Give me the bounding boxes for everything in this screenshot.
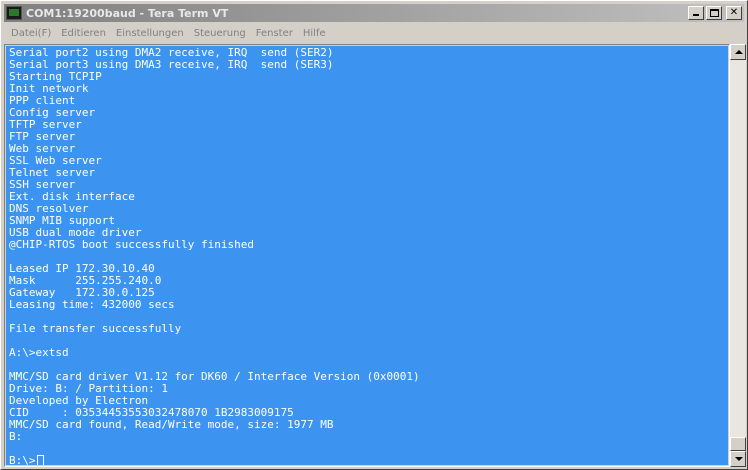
terminal-line: FTP server — [9, 130, 76, 143]
terminal-line: B: — [9, 430, 23, 443]
terminal-line: Telnet server — [9, 166, 96, 179]
terminal-line: PPP client — [9, 94, 76, 107]
terminal-line: SSL Web server — [9, 154, 102, 167]
menu-steuerung[interactable]: Steuerung — [189, 28, 251, 39]
tera-term-window: COM1:19200baud - Tera Term VT ✕ Datei(F)… — [0, 0, 748, 470]
terminal-line: Config server — [9, 106, 96, 119]
terminal-line: A:\>extsd — [9, 346, 69, 359]
terminal-line: MMC/SD card found, Read/Write mode, size… — [9, 418, 334, 431]
tera-term-app-icon[interactable] — [6, 6, 22, 20]
close-button[interactable]: ✕ — [726, 6, 742, 20]
terminal-prompt-line[interactable]: B:\> — [9, 455, 728, 465]
arrow-up-icon — [735, 50, 743, 54]
scrollbar-thumb[interactable] — [730, 437, 746, 451]
close-icon: ✕ — [729, 7, 739, 18]
menu-hilfe[interactable]: Hilfe — [298, 28, 331, 39]
title-bar[interactable]: COM1:19200baud - Tera Term VT ✕ — [4, 4, 744, 22]
terminal-prompt: B:\> — [9, 454, 36, 466]
menu-datei[interactable]: Datei(F) — [6, 28, 56, 39]
terminal-line: Starting TCPIP — [9, 70, 102, 83]
minimize-button[interactable] — [688, 6, 704, 20]
window-title: COM1:19200baud - Tera Term VT — [26, 6, 229, 20]
terminal-line: Leasing time: 432000 secs — [9, 298, 175, 311]
terminal-line: TFTP server — [9, 118, 82, 131]
arrow-down-icon — [735, 457, 743, 461]
terminal-line: DNS resolver — [9, 202, 89, 215]
scroll-down-button[interactable] — [730, 451, 746, 467]
terminal-line: @CHIP-RTOS boot successfully finished — [9, 238, 255, 251]
menu-bar: Datei(F) Editieren Einstellungen Steueru… — [4, 24, 744, 43]
terminal-line: File transfer successfully — [9, 322, 182, 335]
scroll-up-button[interactable] — [730, 44, 746, 60]
terminal-line: Serial port3 using DMA3 receive, IRQ sen… — [9, 58, 334, 71]
maximize-button[interactable] — [706, 6, 722, 20]
terminal-output[interactable]: Serial port2 using DMA2 receive, IRQ sen… — [6, 46, 728, 465]
menu-einstellungen[interactable]: Einstellungen — [111, 28, 189, 39]
terminal-line: Init network — [9, 82, 89, 95]
terminal-line: Web server — [9, 142, 76, 155]
menu-editieren[interactable]: Editieren — [56, 28, 111, 39]
terminal-cursor — [36, 455, 44, 465]
vertical-scrollbar[interactable] — [730, 44, 746, 467]
minimize-icon — [693, 14, 699, 16]
terminal-line: Ext. disk interface — [9, 190, 135, 203]
terminal-frame: Serial port2 using DMA2 receive, IRQ sen… — [4, 44, 730, 467]
maximize-icon — [710, 9, 719, 17]
menu-fenster[interactable]: Fenster — [251, 28, 298, 39]
